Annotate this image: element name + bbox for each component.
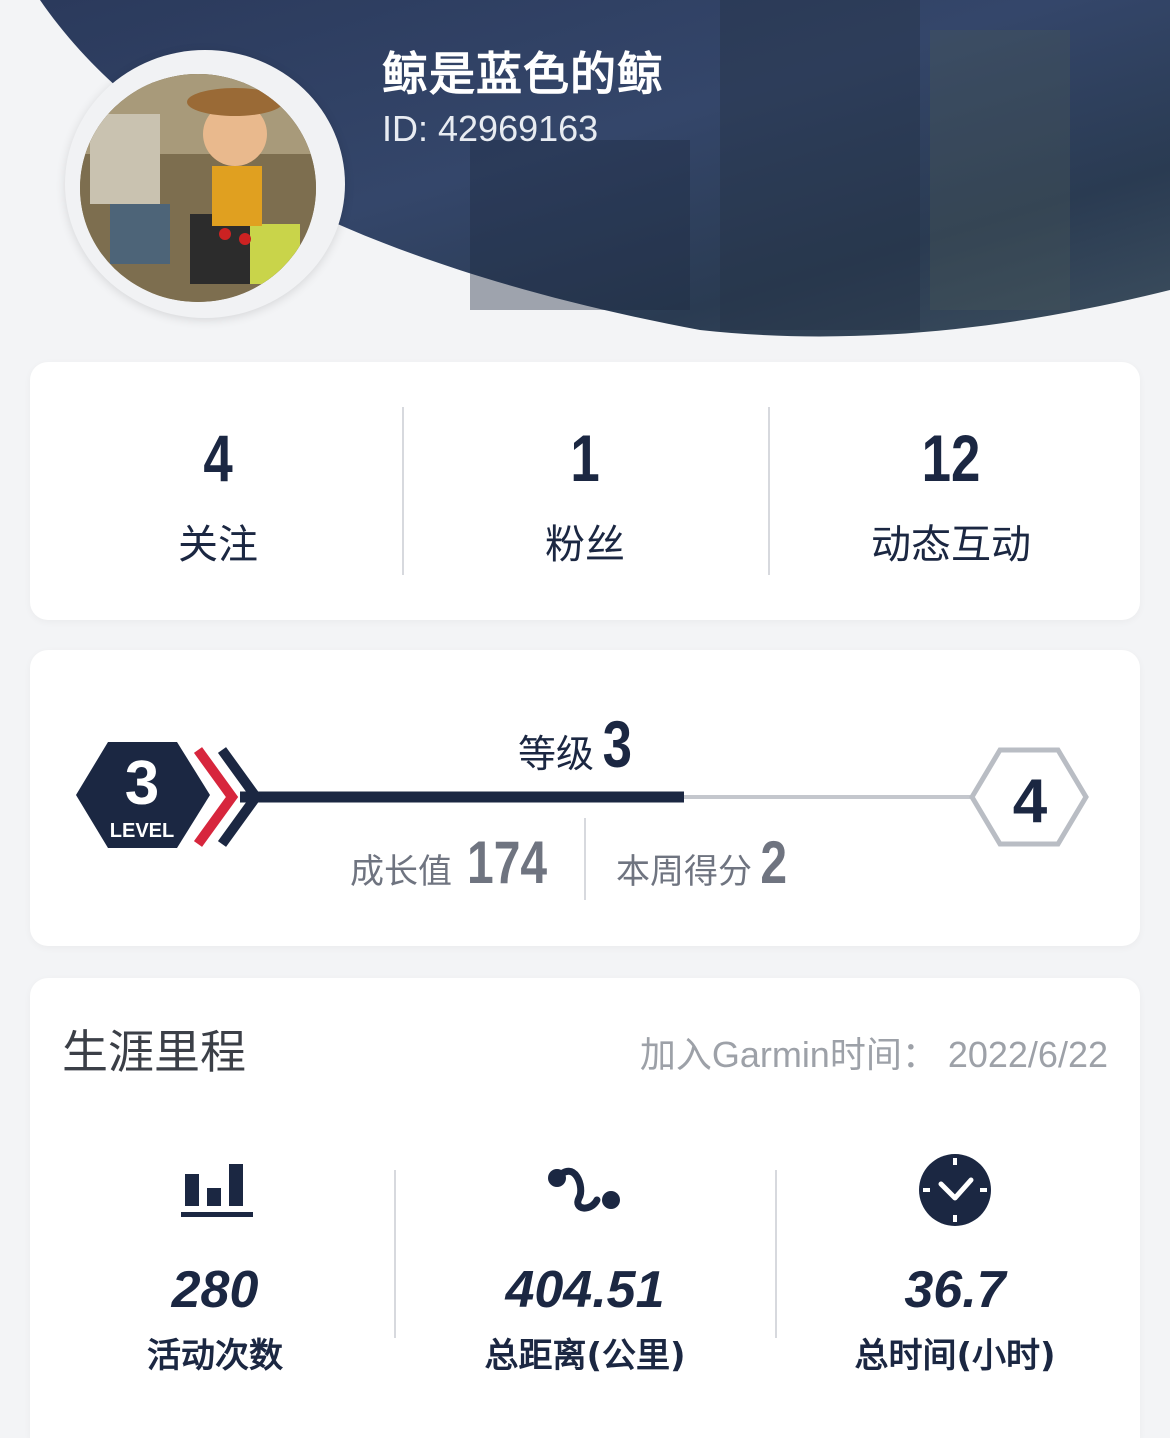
growth-value: 174 bbox=[467, 829, 548, 896]
growth-label: 成长值 bbox=[350, 852, 452, 892]
interactions-stat[interactable]: 12 动态互动 bbox=[766, 362, 1136, 620]
weekly-value: 2 bbox=[760, 829, 788, 896]
username: 鲸是蓝色的鲸 bbox=[382, 47, 664, 101]
level-title: 等级 bbox=[518, 732, 595, 776]
activity-count-label: 活动次数 bbox=[147, 1336, 283, 1376]
weekly-label: 本周得分 bbox=[616, 852, 752, 892]
growth-group: 成长值 174 bbox=[350, 828, 557, 897]
followers-stat[interactable]: 1 粉丝 bbox=[400, 362, 770, 620]
level-title-group: 等级 3 bbox=[518, 706, 636, 782]
weekly-group: 本周得分 2 bbox=[616, 828, 790, 897]
level-progress-graphic bbox=[76, 742, 1089, 848]
level-badge-text: LEVEL bbox=[109, 820, 175, 842]
interactions-label: 动态互动 bbox=[871, 522, 1031, 568]
bar-chart-icon bbox=[181, 1164, 253, 1217]
clock-icon bbox=[919, 1154, 991, 1226]
total-distance-label: 总距离(公里) bbox=[484, 1336, 686, 1376]
divider bbox=[394, 1170, 396, 1338]
total-time-label: 总时间(小时) bbox=[854, 1336, 1056, 1376]
career-title: 生涯里程 bbox=[62, 1025, 246, 1079]
career-card: 生涯里程 加入Garmin时间： 2022/6/22 280 活动次数 404.… bbox=[30, 978, 1140, 1438]
total-distance-value: 404.51 bbox=[505, 1261, 665, 1319]
level-badge-number: 3 bbox=[124, 749, 160, 818]
followers-count: 1 bbox=[570, 421, 600, 495]
next-level-number: 4 bbox=[1012, 767, 1048, 836]
route-icon bbox=[548, 1167, 620, 1212]
divider bbox=[584, 818, 586, 900]
following-label: 关注 bbox=[178, 522, 258, 568]
avatar[interactable] bbox=[80, 74, 316, 302]
total-time-metric[interactable]: 36.7 总时间(小时) bbox=[770, 1138, 1140, 1376]
social-stats-card: 4 关注 1 粉丝 12 动态互动 bbox=[30, 362, 1140, 620]
interactions-count: 12 bbox=[921, 421, 981, 495]
activity-count-value: 280 bbox=[171, 1261, 259, 1319]
join-date: 加入Garmin时间： 2022/6/22 bbox=[639, 1034, 1108, 1075]
followers-label: 粉丝 bbox=[545, 522, 625, 568]
total-distance-metric[interactable]: 404.51 总距离(公里) bbox=[400, 1138, 770, 1376]
following-stat[interactable]: 4 关注 bbox=[33, 362, 403, 620]
activity-count-metric[interactable]: 280 活动次数 bbox=[30, 1138, 400, 1376]
total-time-value: 36.7 bbox=[904, 1261, 1006, 1319]
level-card[interactable]: 3 LEVEL 等级 3 4 成长值 174 本周得分 2 bbox=[30, 650, 1140, 946]
level-current: 3 bbox=[602, 707, 633, 781]
user-id: ID: 42969163 bbox=[382, 108, 599, 149]
following-count: 4 bbox=[203, 421, 233, 495]
